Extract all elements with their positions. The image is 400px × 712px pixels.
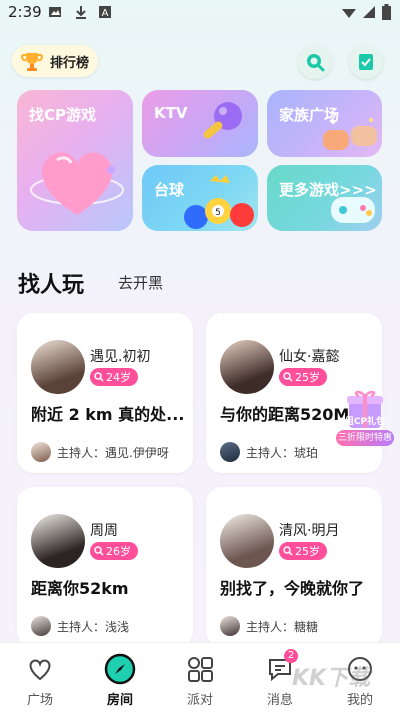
- room-title: 与你的距离520M: [220, 405, 350, 424]
- tile-cp-label: 找CP游戏: [29, 106, 97, 124]
- room-title: 别找了，今晚就你了: [220, 579, 365, 598]
- room-card[interactable]: 遇见.初初 24岁 附近 2 km 真的处... 主持人：遇见.伊伊呀: [17, 313, 193, 473]
- nav-label: 房间: [106, 693, 133, 708]
- age-badge: 26岁: [90, 542, 138, 560]
- tile-find-cp-game[interactable]: 找CP游戏: [17, 90, 133, 231]
- tab-go-team[interactable]: 去开黑: [118, 272, 163, 293]
- user-name: 清风·明月: [279, 523, 340, 539]
- room-title: 距离你52km: [31, 579, 129, 598]
- host-name: 主持人：浅浅: [57, 620, 130, 634]
- nav-label: 广场: [26, 693, 53, 708]
- avatar: [220, 514, 274, 568]
- age-badge: 25岁: [279, 542, 327, 560]
- svg-text:A: A: [102, 8, 109, 19]
- tile-more-games[interactable]: 更多游戏>>>: [267, 165, 382, 231]
- gift-subtitle: 三折限时特惠: [336, 430, 394, 446]
- host-avatar: [31, 616, 51, 636]
- host-name: 主持人：遇见.伊伊呀: [57, 446, 169, 460]
- nav-item-party[interactable]: 派对: [160, 643, 240, 712]
- signal-icon: [363, 6, 375, 18]
- age-badge: 24岁: [90, 368, 138, 386]
- document-check-icon: [359, 54, 373, 70]
- trophy-icon: [21, 53, 43, 71]
- user-name: 仙女·嘉懿: [279, 349, 340, 365]
- avatar: [31, 514, 85, 568]
- room-card[interactable]: 周周 26岁 距离你52km 主持人：浅浅: [17, 487, 193, 647]
- gender-icon: [94, 372, 104, 382]
- microphone-icon: [203, 102, 242, 139]
- nav-item-rooms[interactable]: 房间: [80, 643, 160, 712]
- host-name: 主持人：糖糖: [246, 620, 319, 634]
- user-name: 周周: [90, 523, 118, 539]
- task-button[interactable]: [349, 45, 383, 79]
- age-badge: 25岁: [279, 368, 327, 386]
- user-name: 遇见.初初: [90, 349, 151, 365]
- svg-text:5: 5: [215, 208, 221, 218]
- status-bar: 2:39 A: [0, 0, 400, 26]
- avatar: [31, 340, 85, 394]
- nav-label: 派对: [186, 693, 213, 708]
- search-icon: [307, 54, 325, 72]
- grid-icon: [188, 657, 213, 682]
- avatar: [220, 340, 274, 394]
- age-text: 25岁: [295, 545, 320, 558]
- age-text: 24岁: [106, 371, 131, 384]
- gender-icon: [283, 546, 293, 556]
- age-text: 25岁: [295, 371, 320, 384]
- tile-family-square[interactable]: 家族广场: [267, 90, 382, 157]
- fist-bump-icon: [323, 118, 377, 150]
- compass-icon: [104, 653, 136, 685]
- nav-item-square[interactable]: 广场: [0, 643, 80, 712]
- gamepad-icon: [331, 197, 375, 223]
- gift-title: 组CP礼包: [344, 417, 386, 427]
- host-avatar: [220, 616, 240, 636]
- host-name: 主持人：琥珀: [246, 446, 319, 460]
- tile-billiards[interactable]: 台球 5: [142, 165, 258, 231]
- gender-icon: [94, 546, 104, 556]
- room-title: 附近 2 km 真的处...: [31, 405, 185, 424]
- tab-find-people[interactable]: 找人玩: [18, 267, 84, 299]
- tile-ktv[interactable]: KTV: [142, 90, 258, 157]
- heart-icon: [29, 659, 51, 681]
- heart-illustration: [30, 152, 124, 215]
- tile-ktv-label: KTV: [154, 104, 188, 122]
- leaderboard-button[interactable]: 排行榜: [12, 45, 98, 77]
- host-avatar: [220, 442, 240, 462]
- search-button[interactable]: [298, 45, 332, 79]
- watermark: KK下载: [292, 666, 371, 691]
- wifi-icon: [342, 9, 356, 18]
- leaderboard-label: 排行榜: [50, 55, 90, 71]
- host-avatar: [31, 442, 51, 462]
- age-text: 26岁: [106, 545, 131, 558]
- billiard-balls-icon: 5: [184, 175, 254, 229]
- battery-icon: [382, 4, 391, 20]
- cp-gift-pack-button[interactable]: 组CP礼包 三折限时特惠: [336, 386, 394, 446]
- download-notification-icon: [76, 6, 86, 19]
- a-notification-icon: A: [99, 6, 111, 19]
- room-card[interactable]: 清风·明月 25岁 别找了，今晚就你了 主持人：糖糖: [206, 487, 382, 647]
- image-notification-icon: [49, 7, 61, 17]
- gender-icon: [283, 372, 293, 382]
- status-time: 2:39: [8, 3, 42, 21]
